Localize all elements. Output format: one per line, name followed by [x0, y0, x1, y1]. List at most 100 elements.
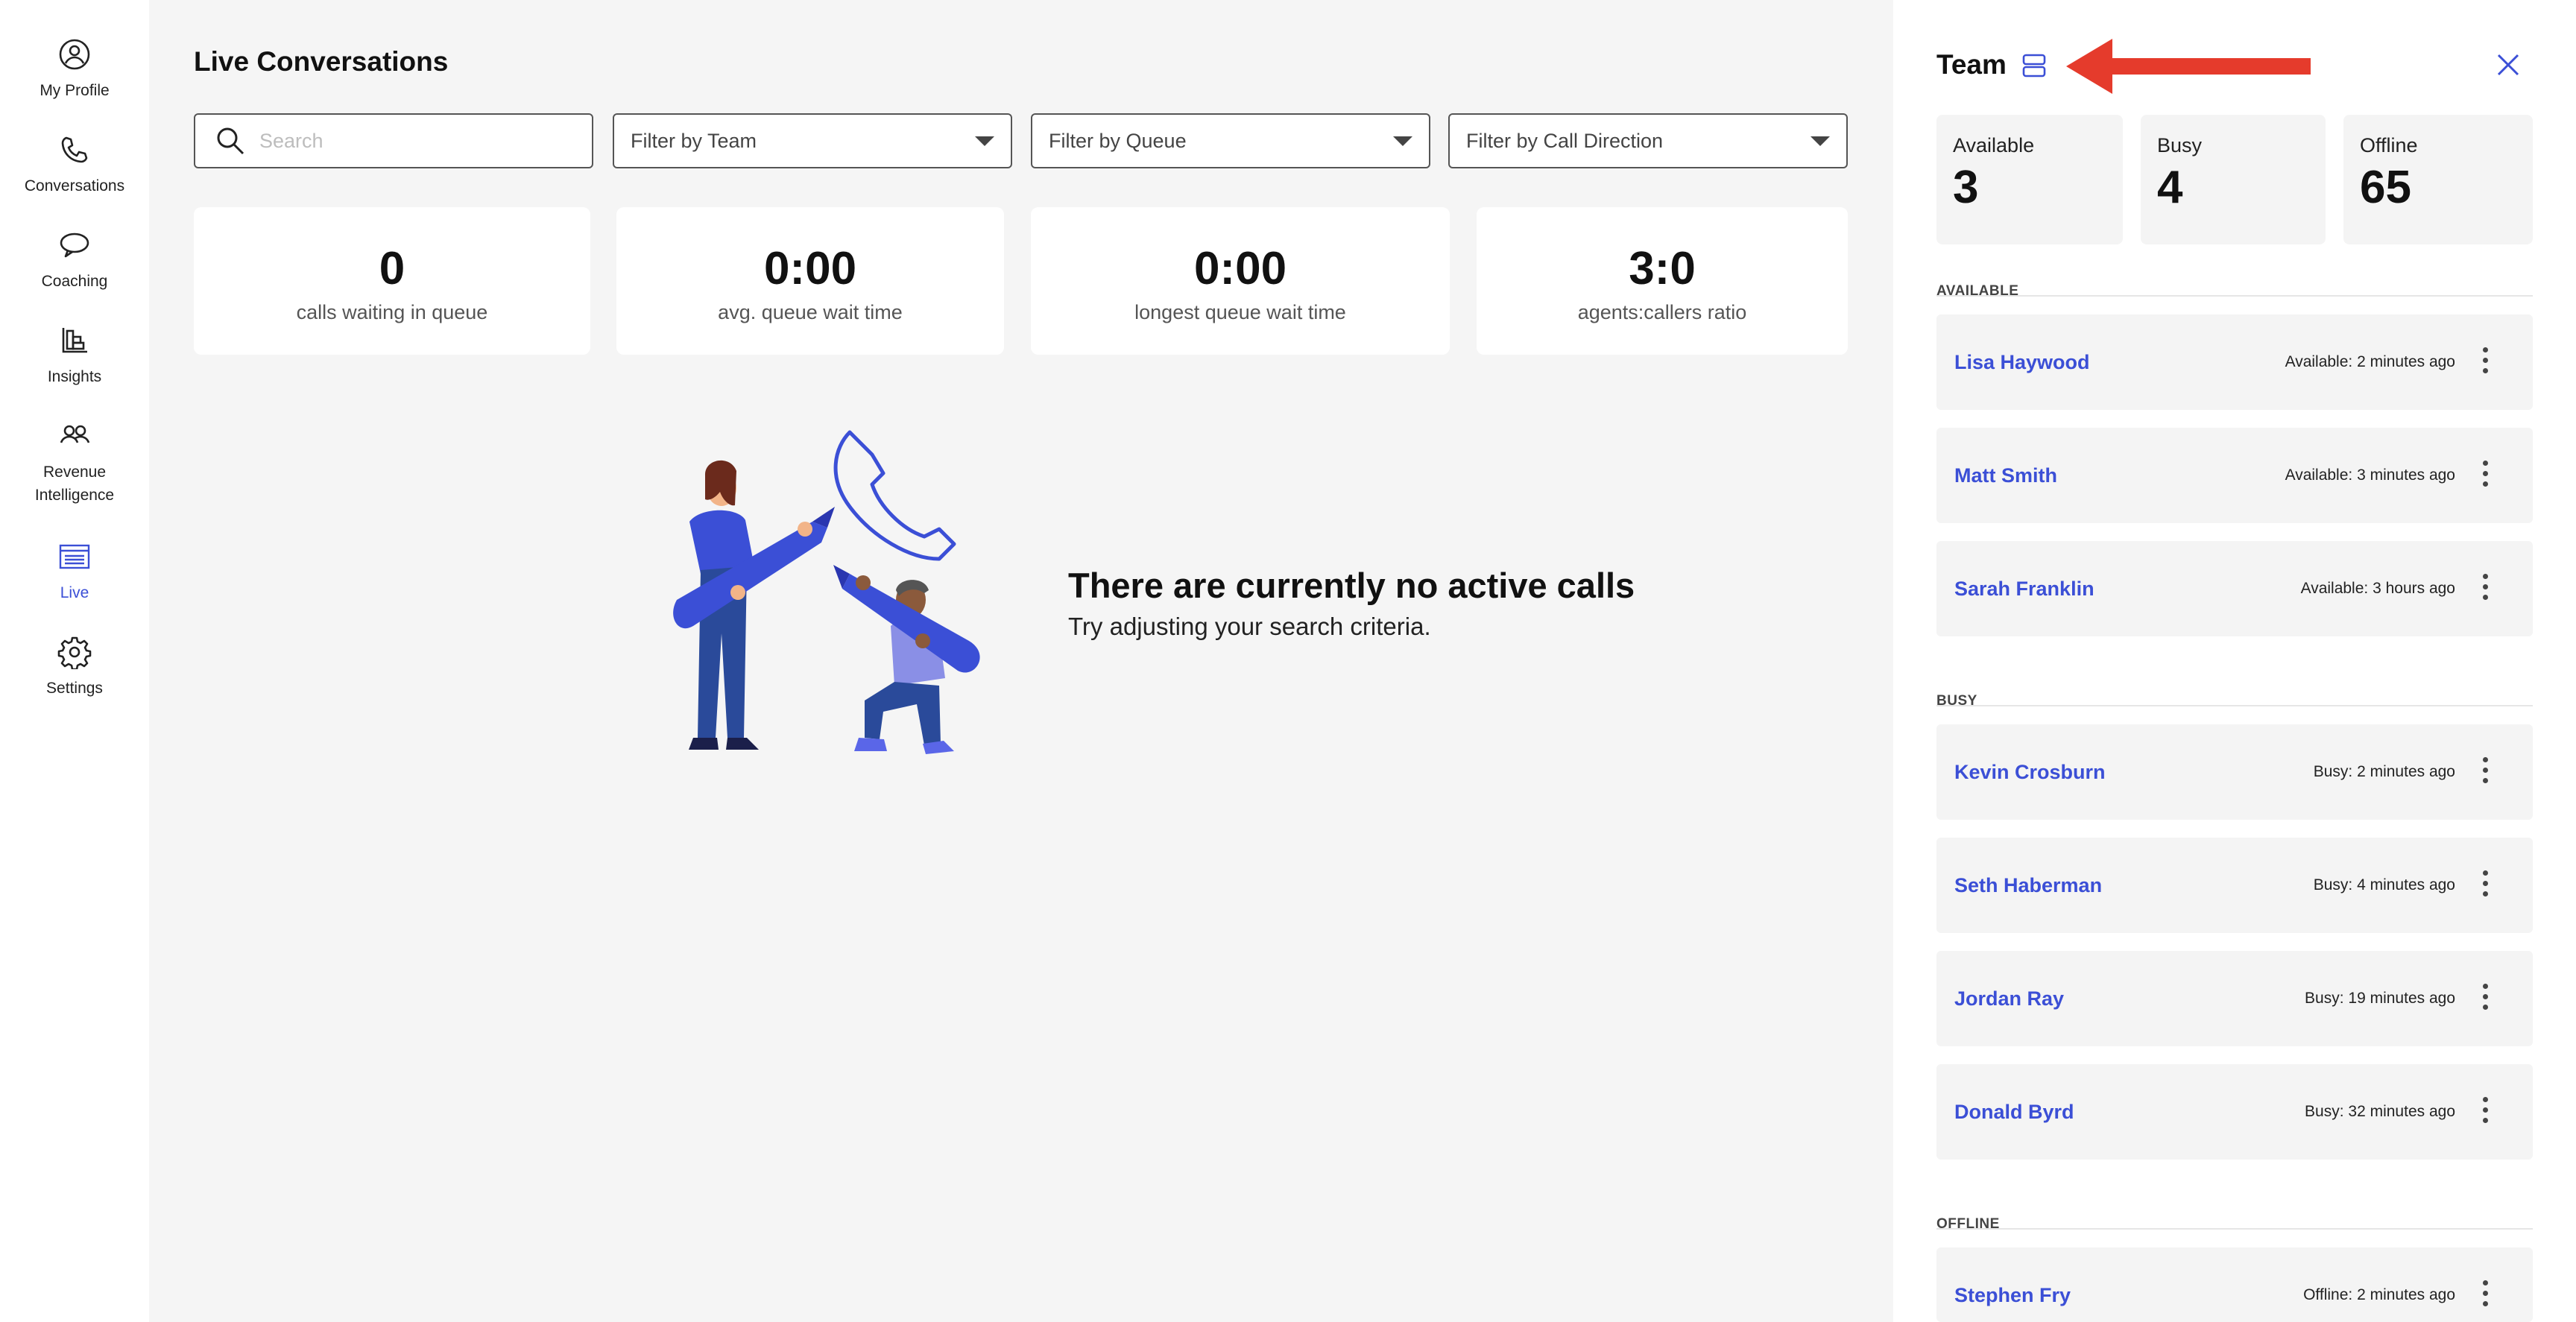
nav-item-coaching[interactable]: Coaching — [0, 228, 149, 293]
stat-label: calls waiting in queue — [296, 301, 488, 323]
nav-item-revenue-intelligence[interactable]: Revenue Intelligence — [0, 419, 149, 507]
nav-label: My Profile — [40, 82, 110, 99]
more-options-icon[interactable] — [2481, 984, 2490, 1013]
nav-item-insights[interactable]: Insights — [0, 323, 149, 388]
member-status: Available: 2 minutes ago — [2285, 353, 2455, 370]
filter-label: Filter by Call Direction — [1466, 129, 1664, 152]
filter-label: Filter by Queue — [1049, 129, 1187, 152]
stat-card-agents-callers-ratio: 3:0 agents:callers ratio — [1477, 207, 1848, 355]
team-panel: Team Available 3 Busy 4 Offline 65 AVAIL… — [1893, 0, 2576, 1322]
team-panel-title: Team — [1936, 49, 2007, 80]
search-icon — [217, 127, 244, 155]
page-title: Live Conversations — [194, 46, 449, 77]
stat-card-longest-wait: 0:00 longest queue wait time — [1031, 207, 1450, 355]
member-status: Busy: 32 minutes ago — [2305, 1103, 2455, 1120]
more-options-icon[interactable] — [2481, 870, 2490, 900]
member-status: Offline: 2 minutes ago — [2303, 1286, 2455, 1303]
caret-down-icon — [1393, 136, 1412, 146]
team-member-row[interactable]: Stephen Fry Offline: 2 minutes ago — [1936, 1247, 2533, 1322]
member-name-link[interactable]: Matt Smith — [1954, 428, 2057, 523]
member-status: Busy: 19 minutes ago — [2305, 990, 2455, 1007]
search-input[interactable] — [259, 129, 572, 153]
bar-chart-icon — [62, 328, 87, 353]
caret-down-icon — [1811, 136, 1830, 146]
more-options-icon[interactable] — [2481, 461, 2490, 490]
member-name-link[interactable]: Kevin Crosburn — [1954, 724, 2106, 820]
member-name-link[interactable]: Seth Haberman — [1954, 838, 2102, 933]
nav-label: Insights — [47, 368, 102, 385]
team-member-row[interactable]: Seth Haberman Busy: 4 minutes ago — [1936, 838, 2533, 933]
member-name-link[interactable]: Lisa Haywood — [1954, 314, 2090, 410]
member-status: Busy: 2 minutes ago — [2313, 763, 2455, 780]
available-count-card: Available 3 — [1936, 115, 2123, 244]
stat-value: 0:00 — [1193, 243, 1287, 294]
filter-label: Filter by Team — [631, 129, 757, 152]
nav-label: Revenue Intelligence — [34, 464, 115, 504]
empty-state-subtitle: Try adjusting your search criteria. — [1068, 613, 1431, 640]
search-box[interactable] — [194, 113, 593, 168]
offline-count-card: Offline 65 — [2343, 115, 2533, 244]
member-status: Busy: 4 minutes ago — [2313, 876, 2455, 894]
phone-icon — [61, 136, 88, 163]
caret-down-icon — [975, 136, 994, 146]
count-label: Available — [1953, 134, 2035, 156]
filter-by-queue-dropdown[interactable]: Filter by Queue — [1031, 113, 1430, 168]
empty-state-title: There are currently no active calls — [1068, 566, 1635, 605]
count-label: Busy — [2157, 134, 2203, 156]
nav-label: Settings — [46, 680, 103, 697]
busy-count-card: Busy 4 — [2141, 115, 2326, 244]
user-circle-icon — [59, 39, 90, 70]
nav-label: Live — [60, 584, 89, 601]
more-options-icon[interactable] — [2481, 347, 2490, 377]
live-list-icon — [59, 544, 90, 569]
section-divider — [1936, 295, 2533, 297]
filter-by-team-dropdown[interactable]: Filter by Team — [613, 113, 1012, 168]
close-icon[interactable] — [2496, 52, 2521, 78]
people-icon — [60, 425, 90, 443]
count-label: Offline — [2360, 134, 2418, 156]
team-member-row[interactable]: Kevin Crosburn Busy: 2 minutes ago — [1936, 724, 2533, 820]
filter-by-call-direction-dropdown[interactable]: Filter by Call Direction — [1448, 113, 1848, 168]
section-divider — [1936, 1228, 2533, 1230]
section-divider — [1936, 705, 2533, 706]
layout-toggle-icon[interactable] — [2021, 52, 2047, 79]
member-status: Available: 3 hours ago — [2300, 580, 2455, 597]
team-member-row[interactable]: Jordan Ray Busy: 19 minutes ago — [1936, 951, 2533, 1046]
live-conversations-main: Live Conversations Filter by Team Filter… — [149, 0, 1893, 1322]
stat-label: agents:callers ratio — [1577, 301, 1747, 323]
team-member-row[interactable]: Matt Smith Available: 3 minutes ago — [1936, 428, 2533, 523]
team-member-row[interactable]: Lisa Haywood Available: 2 minutes ago — [1936, 314, 2533, 410]
stat-label: longest queue wait time — [1134, 301, 1346, 323]
nav-item-conversations[interactable]: Conversations — [0, 133, 149, 197]
left-nav: My Profile Conversations Coaching Insigh… — [0, 0, 149, 1322]
count-value: 65 — [2360, 162, 2411, 213]
member-name-link[interactable]: Donald Byrd — [1954, 1064, 2074, 1160]
stat-card-calls-waiting: 0 calls waiting in queue — [194, 207, 590, 355]
more-options-icon[interactable] — [2481, 574, 2490, 604]
nav-item-my-profile[interactable]: My Profile — [0, 37, 149, 102]
more-options-icon[interactable] — [2481, 757, 2490, 787]
team-member-row[interactable]: Sarah Franklin Available: 3 hours ago — [1936, 541, 2533, 636]
more-options-icon[interactable] — [2481, 1280, 2490, 1310]
stat-value: 0 — [379, 243, 405, 294]
team-member-row[interactable]: Donald Byrd Busy: 32 minutes ago — [1936, 1064, 2533, 1160]
stat-value: 3:0 — [1629, 243, 1696, 294]
chat-bubble-icon — [60, 233, 89, 258]
count-value: 3 — [1953, 162, 1979, 213]
section-label-available: AVAILABLE — [1936, 283, 2019, 299]
gear-icon — [57, 636, 92, 669]
member-name-link[interactable]: Jordan Ray — [1954, 951, 2064, 1046]
nav-label: Conversations — [24, 177, 125, 194]
nav-item-settings[interactable]: Settings — [0, 635, 149, 700]
more-options-icon[interactable] — [2481, 1097, 2490, 1127]
member-status: Available: 3 minutes ago — [2285, 467, 2455, 484]
nav-item-live[interactable]: Live — [0, 540, 149, 604]
member-name-link[interactable]: Sarah Franklin — [1954, 541, 2094, 636]
count-value: 4 — [2157, 162, 2183, 213]
member-name-link[interactable]: Stephen Fry — [1954, 1247, 2071, 1322]
stat-card-avg-wait: 0:00 avg. queue wait time — [616, 207, 1004, 355]
empty-state-illustration — [673, 430, 980, 754]
stat-label: avg. queue wait time — [718, 301, 903, 323]
nav-label: Coaching — [41, 273, 108, 290]
annotation-arrow-icon — [2066, 39, 2311, 94]
